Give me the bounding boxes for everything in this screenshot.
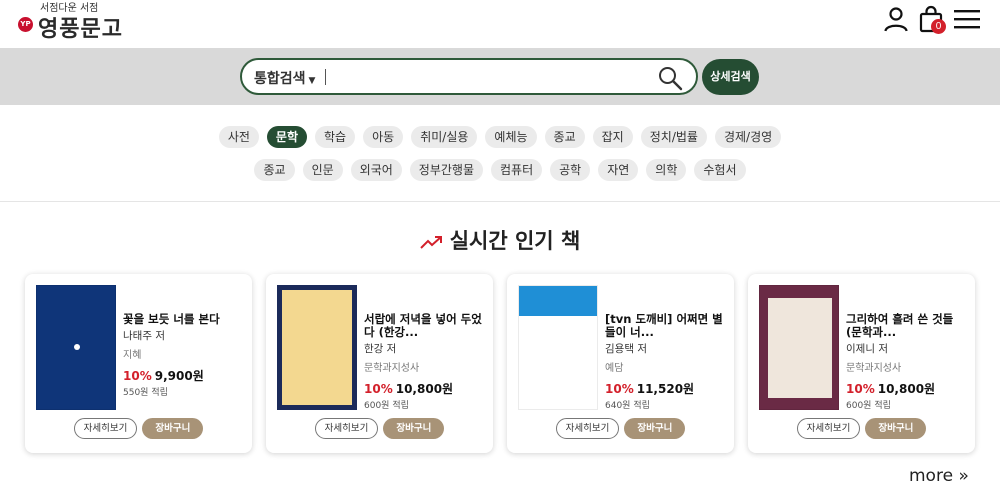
trending-up-icon: [420, 236, 442, 249]
cover-decoration: [768, 298, 832, 398]
view-details-button[interactable]: 자세히보기: [73, 418, 138, 439]
category-chip[interactable]: 경제/경영: [714, 126, 782, 148]
price-row: 10% 9,900원: [123, 365, 243, 384]
book-author: 이제니 저: [846, 343, 888, 355]
book-publisher: 문학과지성사: [846, 363, 902, 374]
card-buttons: 자세히보기 장바구니: [25, 418, 252, 439]
book-publisher: 예담: [605, 363, 624, 374]
reward-points: 600원 적립: [364, 401, 409, 411]
category-chip[interactable]: 자연: [598, 159, 639, 181]
price-row: 10% 10,800원: [364, 378, 484, 397]
header: 서점다운 서점 YP 영풍문고 0: [0, 0, 1000, 48]
category-chip[interactable]: 예체능: [485, 126, 537, 148]
category-chip[interactable]: 문학: [266, 126, 308, 148]
section-title: 실시간 인기 책: [0, 225, 1000, 255]
book-author: 한강 저: [364, 343, 397, 355]
add-to-cart-button[interactable]: 장바구니: [142, 418, 204, 439]
hamburger-menu-icon[interactable]: [953, 7, 981, 35]
search-input[interactable]: [332, 65, 632, 89]
book-cover-image[interactable]: [36, 285, 116, 410]
search-band: 통합검색 ▼ 상세검색: [0, 48, 1000, 105]
search-type-label: 통합검색: [254, 71, 306, 87]
discount-rate: 10%: [123, 369, 152, 383]
cover-decoration: [74, 344, 80, 350]
add-to-cart-button[interactable]: 장바구니: [865, 418, 927, 439]
reward-points: 600원 적립: [846, 401, 891, 411]
category-row-1: 사전 문학 학습 아동 취미/실용 예체능 종교 잡지 정치/법률 경제/경영: [0, 126, 1000, 148]
category-chip[interactable]: 정치/법률: [640, 126, 707, 148]
book-info: [tvn 도깨비] 어쩌면 별들이 너... 김용택 저예담 10% 11,520원 6…: [605, 313, 725, 411]
book-price: 10,800원: [395, 382, 454, 396]
advanced-search-button[interactable]: 상세검색: [702, 59, 759, 95]
category-chip[interactable]: 취미/실용: [411, 126, 478, 148]
card-buttons: 자세히보기 장바구니: [266, 418, 493, 439]
book-card[interactable]: [tvn 도깨비] 어쩌면 별들이 너... 김용택 저예담 10% 11,520원 6…: [507, 274, 734, 453]
category-chip[interactable]: 사전: [218, 126, 259, 148]
book-card[interactable]: 서랍에 저녁을 넣어 두었다 (한강... 한강 저문학과지성사 10% 10,800…: [266, 274, 493, 453]
discount-rate: 10%: [605, 382, 634, 396]
book-publisher: 문학과지성사: [364, 363, 420, 374]
category-chip[interactable]: 학습: [315, 126, 356, 148]
search-box: 통합검색 ▼: [240, 58, 698, 95]
view-details-button[interactable]: 자세히보기: [555, 418, 620, 439]
section-divider: [0, 201, 1000, 202]
book-cover-image[interactable]: [277, 285, 357, 410]
add-to-cart-button[interactable]: 장바구니: [383, 418, 445, 439]
view-details-button[interactable]: 자세히보기: [314, 418, 379, 439]
book-cover-image[interactable]: [759, 285, 839, 410]
user-icon[interactable]: [882, 5, 910, 33]
category-row-2: 종교 인문 외국어 정부간행물 컴퓨터 공학 자연 의학 수험서: [0, 159, 1000, 181]
book-price: 11,520원: [636, 382, 695, 396]
book-title[interactable]: [tvn 도깨비] 어쩌면 별들이 너...: [605, 313, 725, 339]
book-publisher: 지혜: [123, 350, 142, 361]
category-chip[interactable]: 종교: [254, 159, 295, 181]
book-cover-image[interactable]: [518, 285, 598, 410]
book-info: 서랍에 저녁을 넣어 두었다 (한강... 한강 저문학과지성사 10% 10,800…: [364, 313, 484, 411]
category-chip[interactable]: 정부간행물: [409, 159, 483, 181]
category-chip[interactable]: 외국어: [350, 159, 402, 181]
book-card[interactable]: 꽃을 보듯 너를 본다나태주 저지혜 10% 9,900원 550원 적립자세히보기 장…: [25, 274, 252, 453]
search-icon[interactable]: [656, 64, 684, 92]
category-chip[interactable]: 인문: [302, 159, 343, 181]
search-divider: [325, 69, 326, 85]
search-type-dropdown[interactable]: 통합검색 ▼: [254, 68, 315, 88]
book-card[interactable]: 그리하여 흘려 쓴 것들(문학과... 이제니 저문학과지성사 10% 10,800원…: [748, 274, 975, 453]
add-to-cart-button[interactable]: 장바구니: [624, 418, 686, 439]
book-title[interactable]: 서랍에 저녁을 넣어 두었다 (한강...: [364, 313, 484, 339]
category-chip[interactable]: 컴퓨터: [490, 159, 543, 181]
book-author: 나태주 저: [123, 330, 165, 342]
reward-points: 640원 적립: [605, 401, 650, 411]
price-row: 10% 10,800원: [846, 378, 966, 397]
cart-count-badge: 0: [931, 19, 946, 34]
book-info: 그리하여 흘려 쓴 것들(문학과... 이제니 저문학과지성사 10% 10,800원…: [846, 313, 966, 411]
reward-points: 550원 적립: [123, 388, 168, 398]
book-title[interactable]: 꽃을 보듯 너를 본다: [123, 313, 243, 326]
cover-decoration: [519, 286, 597, 316]
discount-rate: 10%: [364, 382, 393, 396]
card-buttons: 자세히보기 장바구니: [748, 418, 975, 439]
category-chip[interactable]: 종교: [544, 126, 585, 148]
logo-name: 영풍문고: [38, 17, 123, 42]
book-info: 꽃을 보듯 너를 본다나태주 저지혜 10% 9,900원 550원 적립: [123, 313, 243, 398]
logo-mark: YP: [18, 17, 33, 32]
card-buttons: 자세히보기 장바구니: [507, 418, 734, 439]
more-link[interactable]: more »: [909, 466, 969, 485]
book-price: 9,900원: [154, 369, 204, 383]
book-price: 10,800원: [877, 382, 936, 396]
book-title[interactable]: 그리하여 흘려 쓴 것들(문학과...: [846, 313, 966, 339]
category-chip[interactable]: 수험서: [694, 159, 746, 181]
category-chip[interactable]: 잡지: [592, 126, 633, 148]
category-chip[interactable]: 공학: [550, 159, 591, 181]
category-chip[interactable]: 아동: [363, 126, 404, 148]
section-title-text: 실시간 인기 책: [449, 229, 581, 253]
caret-down-icon: ▼: [308, 76, 316, 86]
category-chip[interactable]: 의학: [646, 159, 687, 181]
book-author: 김용택 저: [605, 343, 647, 355]
view-details-button[interactable]: 자세히보기: [796, 418, 861, 439]
discount-rate: 10%: [846, 382, 875, 396]
price-row: 10% 11,520원: [605, 378, 725, 397]
